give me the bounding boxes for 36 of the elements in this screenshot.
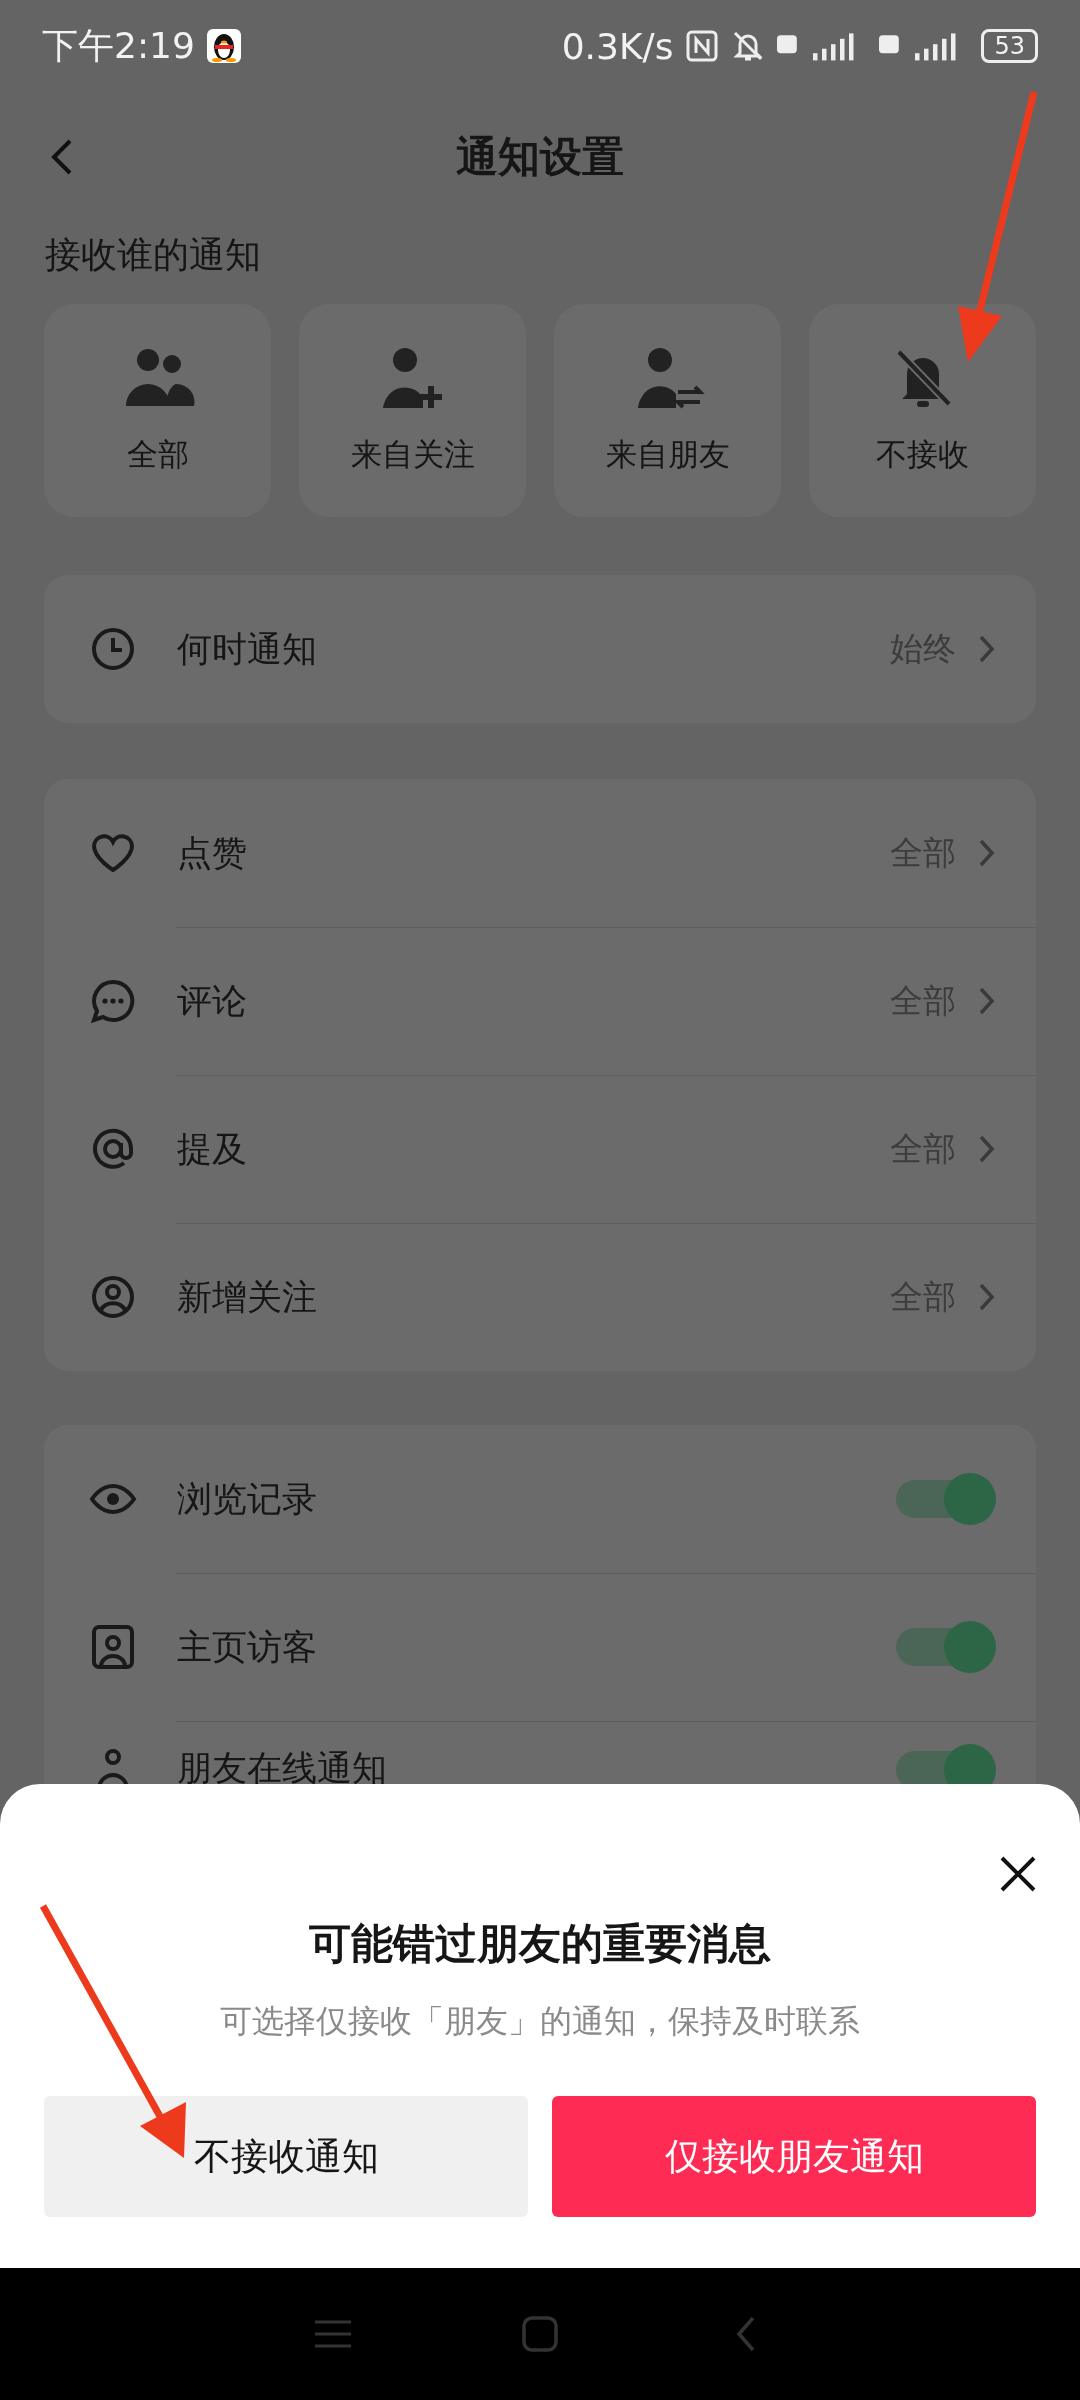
- row-label: 浏览记录: [177, 1477, 318, 1521]
- source-option[interactable]: 不接收: [809, 304, 1036, 517]
- network-speed: 0.3K/s: [561, 25, 674, 67]
- row-label: 主页访客: [177, 1625, 318, 1669]
- row-label: 何时通知: [177, 627, 318, 671]
- toggle-switch[interactable]: [896, 1474, 996, 1524]
- source-option[interactable]: 来自关注: [299, 304, 526, 517]
- row-label: 评论: [177, 979, 248, 1023]
- section-title: 接收谁的通知: [44, 233, 262, 277]
- option-label: 全部: [126, 434, 189, 474]
- home-icon[interactable]: [520, 2314, 560, 2354]
- source-option[interactable]: 来自朋友: [554, 304, 781, 517]
- user-circle-icon: [89, 1273, 137, 1321]
- row-label: 提及: [177, 1127, 248, 1171]
- nfc-icon: [685, 29, 720, 63]
- row-label: 朋友在线通知: [177, 1747, 388, 1790]
- close-icon[interactable]: [998, 1854, 1038, 1894]
- toggle-switch[interactable]: [896, 1622, 996, 1672]
- chat-bubble-icon: [89, 977, 137, 1025]
- dialog-button[interactable]: 不接收通知: [44, 2096, 528, 2217]
- profile-card-icon: [89, 1623, 137, 1671]
- dialog-title: 可能错过朋友的重要消息: [308, 1918, 772, 1970]
- penguin-icon: [206, 29, 241, 63]
- source-option[interactable]: 全部: [44, 304, 271, 517]
- status-time: 下午2:19: [42, 23, 195, 68]
- option-label: 来自关注: [350, 434, 475, 474]
- dialog-button[interactable]: 仅接收朋友通知: [552, 2096, 1036, 2217]
- battery-level: 53: [981, 29, 1038, 63]
- bell-off-icon: [731, 29, 766, 63]
- row-label: 点赞: [177, 831, 248, 875]
- option-label: 来自朋友: [605, 434, 730, 474]
- row-label: 新增关注: [177, 1275, 318, 1319]
- page-title: 通知设置: [456, 131, 624, 183]
- option-label: 不接收: [876, 434, 969, 474]
- dialog-message: 可选择仅接收「朋友」的通知，保持及时联系: [219, 2001, 861, 2042]
- clock-icon: [89, 625, 137, 673]
